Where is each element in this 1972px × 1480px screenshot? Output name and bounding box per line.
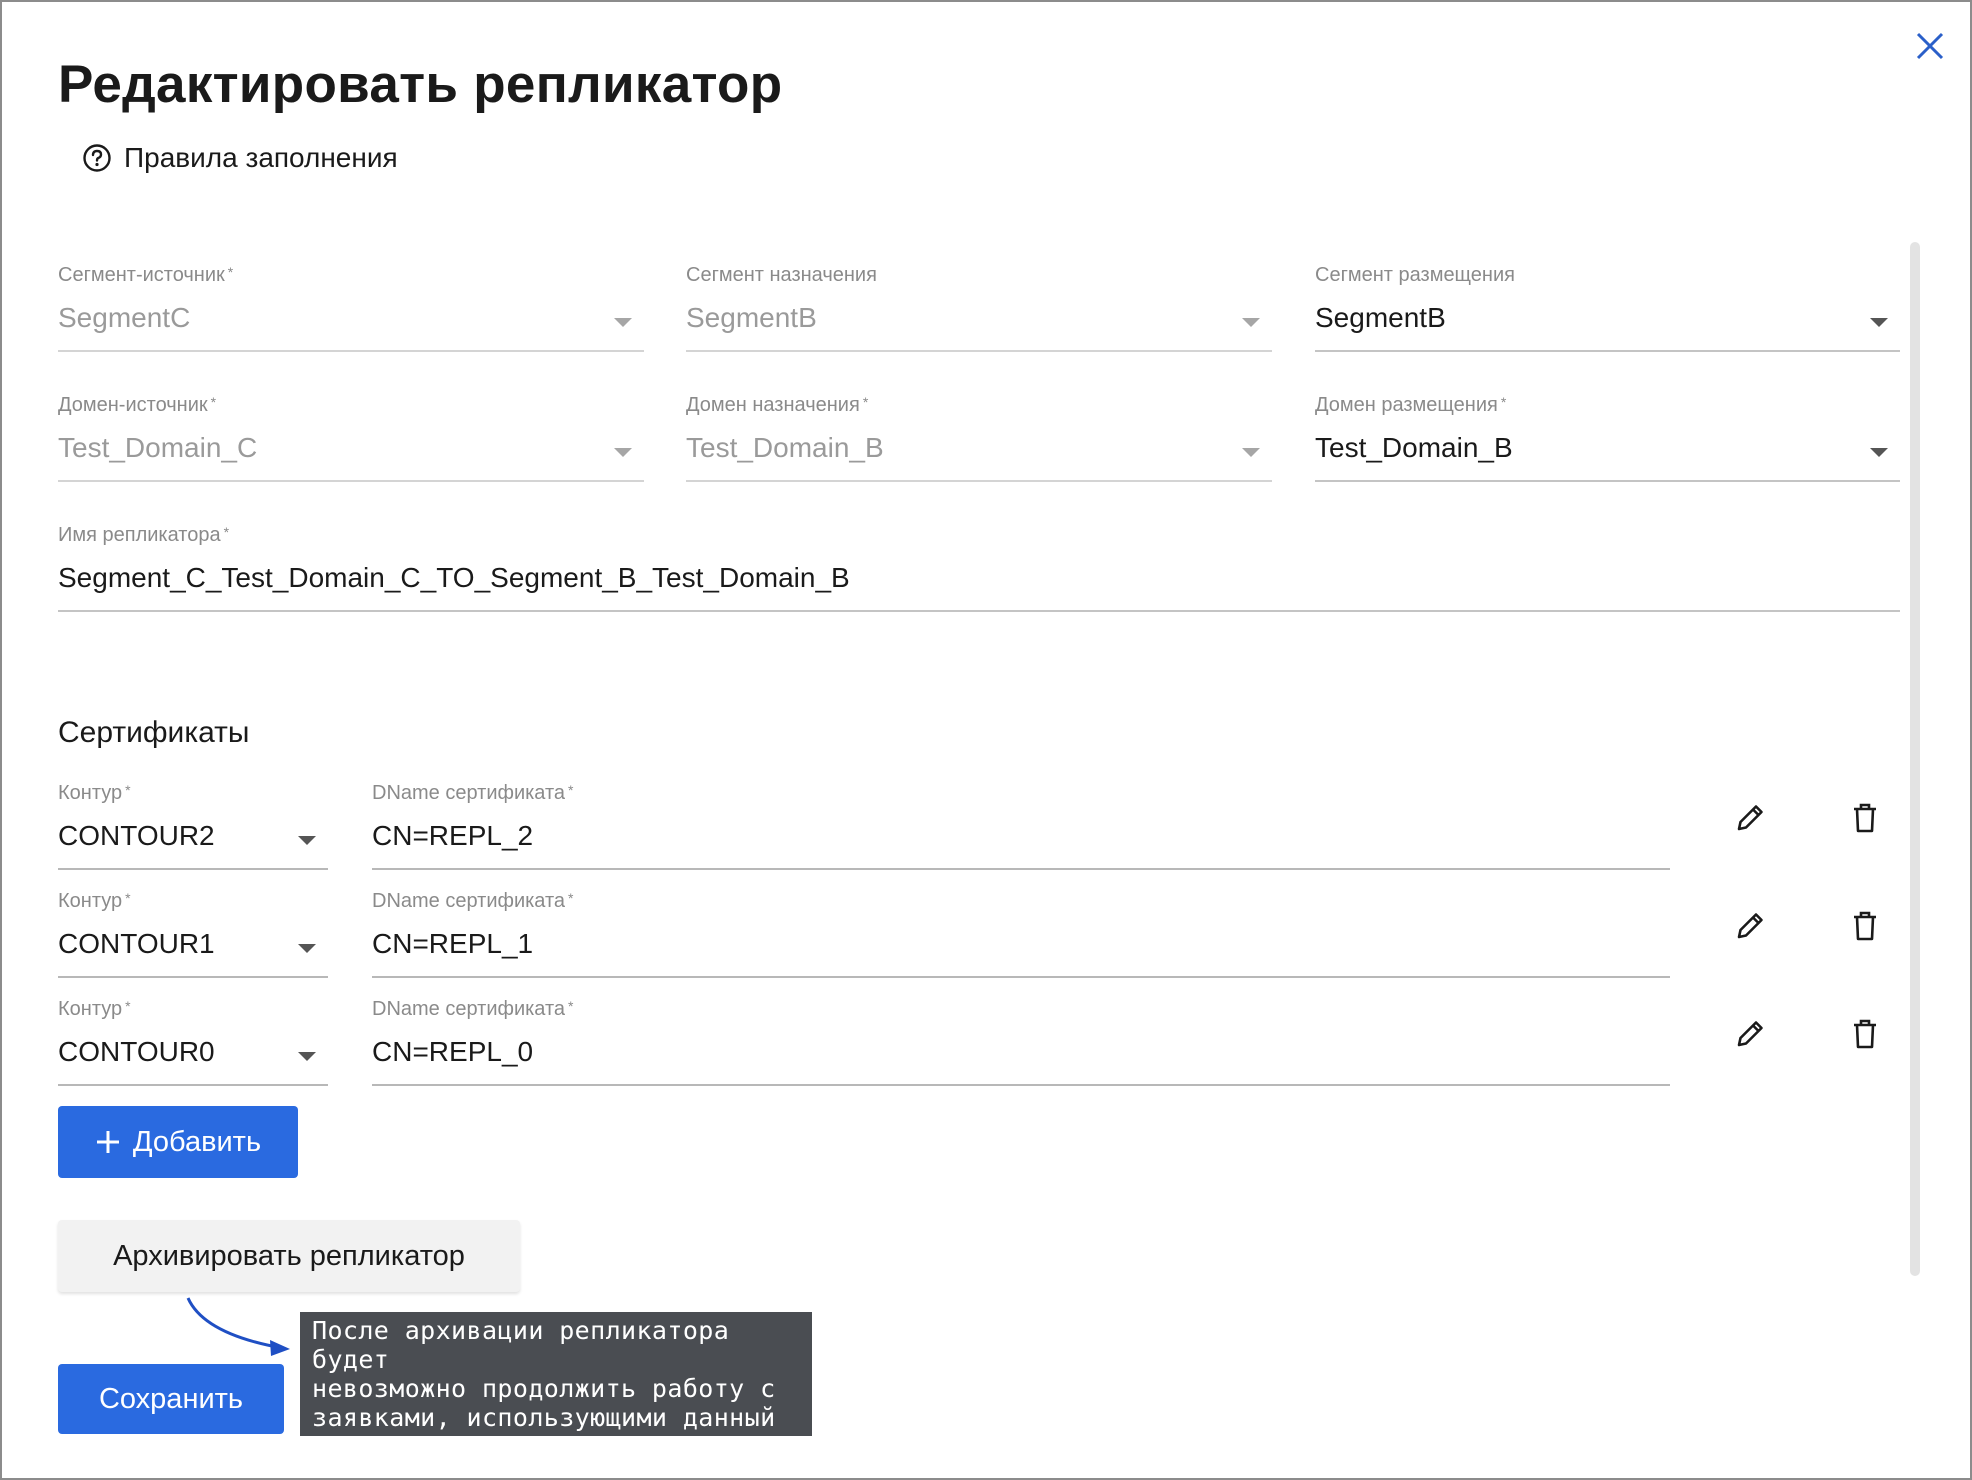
dname-value[interactable]: CN=REPL_1 xyxy=(372,928,533,960)
dest-domain-select: Домен назначения * Test_Domain_B xyxy=(686,394,1272,482)
pencil-icon[interactable] xyxy=(1730,1014,1770,1054)
dname-field[interactable]: DName сертификата * CN=REPL_2 xyxy=(372,782,1670,870)
source-segment-label: Сегмент-источник * xyxy=(58,264,234,286)
placement-segment-select[interactable]: Сегмент размещения SegmentB xyxy=(1315,264,1900,352)
dest-domain-label: Домен назначения * xyxy=(686,394,869,416)
dest-domain-value: Test_Domain_B xyxy=(686,432,884,463)
tooltip-line: невозможно продолжить работу с xyxy=(312,1374,776,1403)
archive-replicator-button[interactable]: Архивировать репликатор xyxy=(58,1220,520,1292)
save-button[interactable]: Сохранить xyxy=(58,1364,284,1434)
placement-domain-select[interactable]: Домен размещения * Test_Domain_B xyxy=(1315,394,1900,482)
replicator-name-value[interactable]: Segment_C_Test_Domain_C_TO_Segment_B_Tes… xyxy=(58,562,850,594)
certificates-title: Сертификаты xyxy=(58,716,250,749)
replicator-name-field[interactable]: Имя репликатора * Segment_C_Test_Domain_C… xyxy=(58,524,1900,612)
trash-icon[interactable] xyxy=(1845,906,1885,946)
dname-value[interactable]: CN=REPL_0 xyxy=(372,1036,533,1068)
placement-domain-value: Test_Domain_B xyxy=(1315,432,1513,463)
contour-value: CONTOUR1 xyxy=(58,928,215,959)
dest-segment-value: SegmentB xyxy=(686,302,817,333)
chevron-down-icon xyxy=(1242,448,1260,457)
chevron-down-icon xyxy=(614,448,632,457)
chevron-down-icon[interactable] xyxy=(1870,448,1888,457)
dname-field[interactable]: DName сертификата * CN=REPL_0 xyxy=(372,998,1670,1086)
contour-select[interactable]: Контур * CONTOUR0 xyxy=(58,998,328,1086)
dialog-title: Редактировать репликатор xyxy=(58,55,783,114)
replicator-name-label: Имя репликатора * xyxy=(58,524,230,546)
help-circle-icon xyxy=(83,144,111,172)
dname-label: DName сертификата * xyxy=(372,998,574,1020)
dname-label: DName сертификата * xyxy=(372,782,574,804)
tooltip-line: заявками, использующими данный xyxy=(312,1403,776,1432)
source-segment-value: SegmentC xyxy=(58,302,191,333)
add-button-label: Добавить xyxy=(132,1125,262,1158)
close-icon[interactable] xyxy=(1910,26,1950,66)
chevron-down-icon[interactable] xyxy=(298,1052,316,1061)
contour-select[interactable]: Контур * CONTOUR1 xyxy=(58,890,328,978)
source-domain-label: Домен-источник * xyxy=(58,394,217,416)
dname-field[interactable]: DName сертификата * CN=REPL_1 xyxy=(372,890,1670,978)
dest-segment-label: Сегмент назначения xyxy=(686,264,877,286)
chevron-down-icon xyxy=(1242,318,1260,327)
callout-arrow-icon xyxy=(186,1297,290,1356)
pencil-icon[interactable] xyxy=(1730,906,1770,946)
chevron-down-icon[interactable] xyxy=(1870,318,1888,327)
dname-value[interactable]: CN=REPL_2 xyxy=(372,820,533,852)
contour-select[interactable]: Контур * CONTOUR2 xyxy=(58,782,328,870)
filling-rules-label: Правила заполнения xyxy=(124,142,398,173)
contour-label: Контур * xyxy=(58,890,131,912)
contour-value: CONTOUR2 xyxy=(58,820,215,851)
trash-icon[interactable] xyxy=(1845,1014,1885,1054)
chevron-down-icon[interactable] xyxy=(298,944,316,953)
contour-value: CONTOUR0 xyxy=(58,1036,215,1067)
tooltip-line: репликатор. xyxy=(312,1432,482,1461)
source-segment-select: Сегмент-источник * SegmentC xyxy=(58,264,644,352)
placement-domain-label: Домен размещения * xyxy=(1315,394,1507,416)
tooltip-line: После архивации репликатора будет xyxy=(312,1316,730,1374)
placement-segment-value: SegmentB xyxy=(1315,302,1446,333)
placement-segment-label: Сегмент размещения xyxy=(1315,264,1515,286)
plus-icon xyxy=(96,1131,119,1153)
contour-label: Контур * xyxy=(58,782,131,804)
source-domain-value: Test_Domain_C xyxy=(58,432,258,463)
source-domain-select: Домен-источник * Test_Domain_C xyxy=(58,394,644,482)
chevron-down-icon xyxy=(614,318,632,327)
contour-label: Контур * xyxy=(58,998,131,1020)
vertical-scrollbar[interactable] xyxy=(1910,242,1920,1276)
filling-rules-link[interactable]: Правила заполнения xyxy=(82,140,398,176)
chevron-down-icon[interactable] xyxy=(298,836,316,845)
archive-warning-tooltip: После архивации репликатора будет невозм… xyxy=(300,1312,812,1461)
dest-segment-select: Сегмент назначения SegmentB xyxy=(686,264,1272,352)
save-button-label: Сохранить xyxy=(98,1382,244,1415)
add-certificate-button[interactable]: Добавить xyxy=(58,1106,298,1178)
dname-label: DName сертификата * xyxy=(372,890,574,912)
archive-button-label: Архивировать репликатор xyxy=(113,1239,465,1272)
edit-replicator-dialog: Редактировать репликатор Правила заполне… xyxy=(0,0,1972,1480)
pencil-icon[interactable] xyxy=(1730,798,1770,838)
trash-icon[interactable] xyxy=(1845,798,1885,838)
